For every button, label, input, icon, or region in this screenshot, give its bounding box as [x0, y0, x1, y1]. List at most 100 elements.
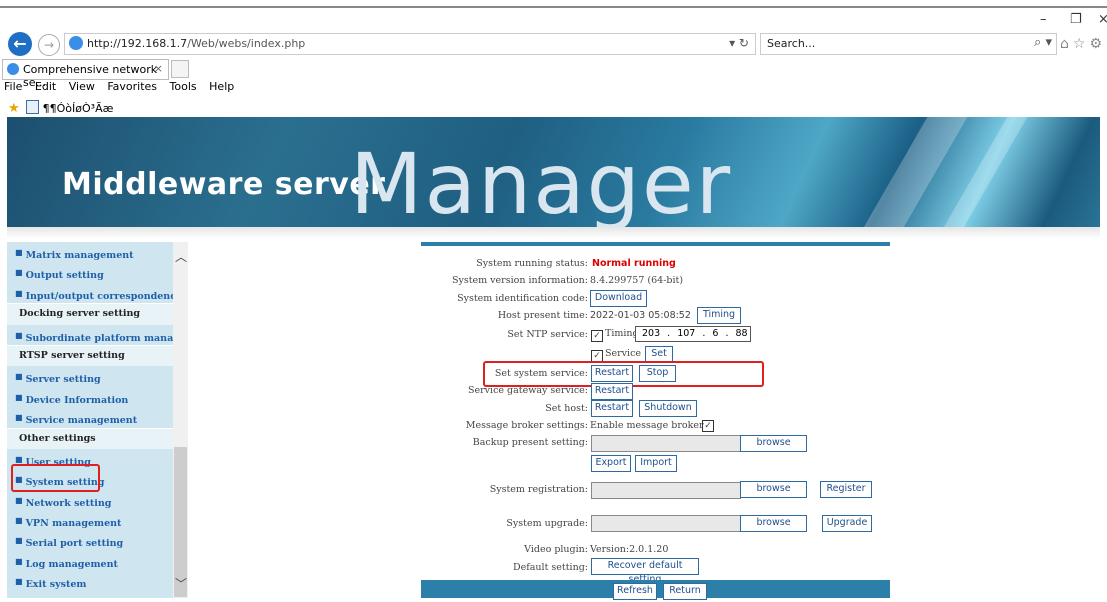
menu-edit[interactable]: Edit — [35, 80, 56, 93]
default-label: Default setting: — [513, 562, 588, 573]
recover-default-button[interactable]: Recover default setting — [591, 558, 699, 585]
shutdown-button[interactable]: Shutdown — [639, 400, 697, 417]
version-label: System version information: — [451, 275, 588, 286]
browser-tab[interactable]: Comprehensive network se... × — [2, 59, 169, 89]
registration-browse-button[interactable]: browse — [740, 481, 807, 498]
return-button[interactable]: Return — [663, 583, 707, 600]
search-icon[interactable]: ⌕ ▾ — [1034, 35, 1052, 50]
favorites-star-icon[interactable]: ★ — [8, 101, 20, 116]
scroll-up-icon[interactable]: ︿ — [175, 248, 187, 265]
broker-checkbox[interactable]: ✓ — [702, 418, 716, 432]
search-input[interactable]: Search... ⌕ ▾ — [760, 33, 1057, 55]
menu-view[interactable]: View — [69, 80, 95, 93]
upgrade-label: System upgrade: — [506, 518, 588, 529]
sidebar-item-label: Input/output correspondence — [25, 290, 173, 302]
sidebar-item-service-management[interactable]: ■ Service management — [7, 407, 173, 427]
registration-file-input[interactable] — [591, 482, 741, 499]
sidebar-item-exit-system[interactable]: ■ Exit system — [7, 571, 173, 591]
minimize-icon[interactable]: – — [1040, 12, 1047, 27]
refresh-button[interactable]: Refresh — [613, 583, 657, 600]
url-text[interactable]: http://192.168.1.7/Web/webs/index.php — [87, 37, 305, 50]
plugin-label: Video plugin: — [524, 544, 588, 555]
sidebar-item-network-setting[interactable]: ■ Network setting — [7, 490, 173, 510]
sidebar-section-rtsp-server-setting: RTSP server setting — [7, 344, 173, 367]
sidebar-section-label: Docking server setting — [19, 308, 141, 320]
sidebar-item-label: Matrix management — [25, 250, 134, 261]
sidebar-item-output-setting[interactable]: ■ Output setting — [7, 262, 173, 282]
restore-icon[interactable]: ❐ — [1070, 12, 1082, 27]
host-restart-button[interactable]: Restart — [591, 400, 633, 417]
sidebar-item-label: Exit system — [25, 579, 87, 591]
sidebar-item-device-information[interactable]: ■ Device Information — [7, 387, 173, 407]
bullet-icon: ■ — [15, 329, 23, 340]
gateway-label: Service gateway service: — [468, 385, 588, 396]
ntp-label: Set NTP service: — [507, 329, 588, 340]
sidebar-item-serial-port-setting[interactable]: ■ Serial port setting — [7, 530, 173, 550]
idcode-label: System identification code: — [457, 293, 588, 304]
sidebar-item-server-setting[interactable]: ■ Server setting — [7, 366, 173, 386]
ie-page-icon — [7, 63, 19, 75]
sidebar-scrollbar[interactable]: ︿ ﹀ — [173, 242, 188, 598]
sidebar-nav: ■ Matrix management ■ Output setting ■ Input/… — [7, 242, 173, 598]
bullet-icon: ■ — [15, 576, 23, 587]
ntp-service-checkbox[interactable]: ✓ Service — [591, 348, 641, 362]
backup-file-input[interactable] — [591, 435, 741, 452]
upgrade-file-input[interactable] — [591, 515, 741, 532]
broker-value: Enable message broker — [590, 420, 704, 431]
check-icon[interactable]: ✓ — [702, 420, 714, 432]
register-button[interactable]: Register — [820, 481, 872, 498]
backup-browse-button[interactable]: browse — [740, 435, 807, 452]
status-label: System running status: — [476, 258, 588, 269]
timing-button[interactable]: Timing — [697, 307, 741, 324]
forward-arrow-icon[interactable]: → — [38, 34, 60, 56]
menu-file[interactable]: File — [4, 80, 22, 93]
bullet-icon: ■ — [15, 287, 23, 298]
refresh-icon[interactable]: ▾ ↻ — [729, 36, 749, 50]
broker-label: Message broker settings: — [465, 420, 588, 431]
export-button[interactable]: Export — [591, 455, 631, 472]
sidebar-item-matrix-management[interactable]: ■ Matrix management — [7, 242, 173, 262]
time-label: Host present time: — [497, 310, 588, 321]
sidebar-item-log-management[interactable]: ■ Log management — [7, 551, 173, 571]
menu-favorites[interactable]: Favorites — [107, 80, 157, 93]
ntp-ip-input[interactable]: 203 . 107 . 6 . 88 — [635, 326, 751, 342]
sidebar-section-other-settings: Other settings — [7, 427, 173, 449]
highlight-system-setting — [11, 464, 100, 492]
bullet-icon: ■ — [15, 535, 23, 546]
favorite-link[interactable]: ¶¶ÓòÍøÒ³Ãæ — [43, 102, 114, 115]
download-button[interactable]: Download — [590, 290, 647, 307]
upgrade-browse-button[interactable]: browse — [740, 515, 807, 532]
ntp-timing-checkbox[interactable]: ✓ Timing — [591, 328, 639, 342]
gateway-restart-button[interactable]: Restart — [591, 383, 633, 400]
url-host: http://192.168.1.7 — [87, 37, 188, 50]
backup-label: Backup present setting: — [472, 437, 588, 448]
close-icon[interactable]: × — [1098, 12, 1107, 27]
bullet-icon: ■ — [15, 494, 23, 505]
sidebar-section-label: Other settings — [19, 432, 96, 444]
check-icon[interactable]: ✓ — [591, 330, 603, 342]
sidebar-item-subordinate-platform-management[interactable]: ■Subordinate platform management — [7, 325, 173, 345]
menu-tools[interactable]: Tools — [170, 80, 197, 93]
bullet-icon: ■ — [15, 391, 23, 402]
banner-title-large: Manager — [350, 135, 733, 227]
address-bar[interactable]: http://192.168.1.7/Web/webs/index.php ▾ … — [64, 33, 756, 55]
sidebar-item-input-output-correspondence[interactable]: ■ Input/output correspondence — [7, 283, 173, 303]
back-arrow-icon[interactable]: ← — [8, 32, 32, 56]
menu-help[interactable]: Help — [209, 80, 234, 93]
sidebar-item-label: Device Information — [25, 394, 129, 406]
tab-close-icon[interactable]: × — [154, 62, 163, 75]
bullet-icon: ■ — [15, 515, 23, 526]
upgrade-button[interactable]: Upgrade — [822, 515, 872, 532]
new-tab-button[interactable] — [171, 60, 189, 78]
stop-button[interactable]: Stop — [639, 365, 676, 382]
import-button[interactable]: Import — [635, 455, 677, 472]
sidebar-item-label: VPN management — [25, 518, 122, 530]
registration-label: System registration: — [489, 484, 588, 495]
sidebar-item-vpn-management[interactable]: ■ VPN management — [7, 510, 173, 530]
host-label: Set host: — [545, 403, 588, 414]
version-value: 8.4.299757 (64-bit) — [590, 275, 684, 286]
restart-button[interactable]: Restart — [591, 365, 633, 382]
scroll-down-icon[interactable]: ﹀ — [175, 575, 187, 592]
toolbar-icons[interactable]: ⌂☆⚙ — [1060, 36, 1106, 52]
sidebar-item-label: Serial port setting — [25, 538, 124, 550]
